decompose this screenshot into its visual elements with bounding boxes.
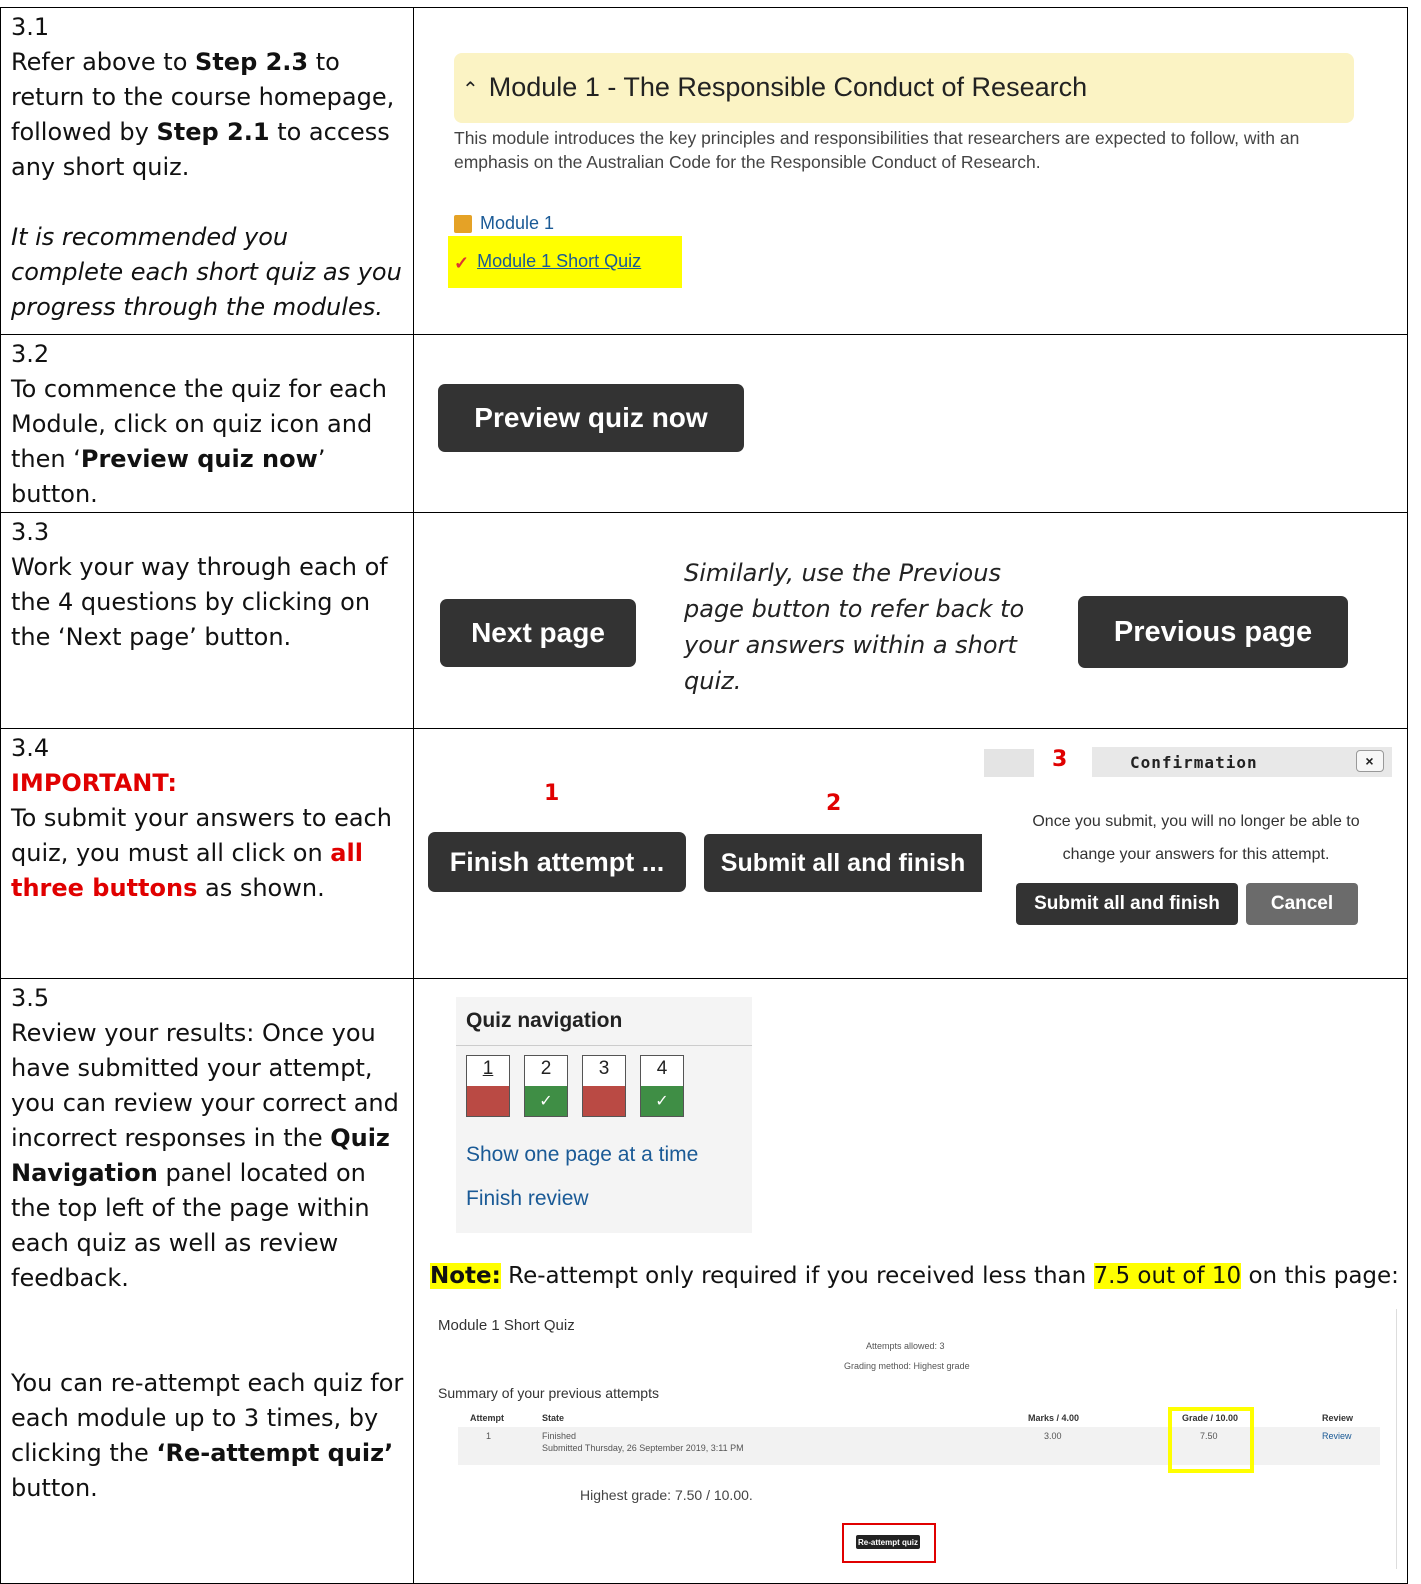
question-3-button[interactable]: 3: [582, 1055, 626, 1117]
check-icon: ✓: [525, 1086, 567, 1116]
row-3-5-screenshot: Quiz navigation 1 2 ✓ 3 4 ✓ Show one pag…: [413, 978, 1408, 1584]
reattempt-note: Note: Re-attempt only required if you re…: [430, 1263, 1399, 1289]
grading-method: Grading method: Highest grade: [844, 1361, 970, 1371]
step-marker-1: 1: [544, 781, 560, 806]
grade-highlight-box: [1168, 1407, 1254, 1473]
confirmation-message-line2: change your answers for this attempt.: [1062, 846, 1330, 863]
dialog-titlebar-left: [984, 749, 1034, 777]
preview-quiz-button[interactable]: Preview quiz now: [438, 384, 744, 452]
row-3-2: 3.2 To commence the quiz for each Module…: [0, 334, 1408, 513]
incorrect-flag: [583, 1086, 625, 1116]
check-icon: ✓: [641, 1086, 683, 1116]
question-2-button[interactable]: 2 ✓: [524, 1055, 568, 1117]
show-one-page-link[interactable]: Show one page at a time: [466, 1143, 698, 1167]
previous-page-note: Similarly, use the Previous page button …: [684, 559, 1025, 695]
next-page-button[interactable]: Next page: [440, 599, 636, 667]
incorrect-flag: [467, 1086, 509, 1116]
module-1-link[interactable]: Module 1: [454, 213, 554, 234]
module-description: This module introduces the key principle…: [454, 128, 1300, 172]
book-icon: [454, 215, 472, 234]
instruction-table: 3.1 Refer above to Step 2.3 to return to…: [0, 7, 1408, 1584]
confirmation-dialog: Confirmation ×: [984, 747, 1394, 777]
header-review: Review: [1322, 1413, 1354, 1423]
divider: [1396, 1309, 1397, 1569]
header-attempt: Attempt: [470, 1413, 504, 1423]
highest-grade: Highest grade: 7.50 / 10.00.: [580, 1487, 753, 1503]
divider: [456, 1045, 752, 1046]
attempt-number: 1: [486, 1431, 492, 1441]
submit-all-finish-button[interactable]: Submit all and finish: [704, 834, 982, 892]
quiz-navigation-title: Quiz navigation: [466, 1009, 623, 1032]
row-3-4: 3.4 IMPORTANT: To submit your answers to…: [0, 728, 1408, 979]
finish-attempt-button[interactable]: Finish attempt ...: [428, 832, 686, 892]
row-3-2-screenshot: Preview quiz now: [413, 334, 1408, 513]
important-label: IMPORTANT:: [11, 769, 178, 797]
question-4-button[interactable]: 4 ✓: [640, 1055, 684, 1117]
cancel-button[interactable]: Cancel: [1246, 883, 1358, 925]
step-number: 3.4: [11, 734, 50, 762]
header-marks: Marks / 4.00: [1028, 1413, 1080, 1423]
reattempt-quiz-button[interactable]: Re-attempt quiz: [856, 1535, 920, 1549]
review-link[interactable]: Review: [1322, 1431, 1352, 1441]
attempt-submitted: Submitted Thursday, 26 September 2019, 3…: [542, 1443, 744, 1453]
row-3-5: 3.5 Review your results: Once you have s…: [0, 978, 1408, 1584]
quiz-check-icon: ✓: [454, 253, 470, 274]
row-3-1: 3.1 Refer above to Step 2.3 to return to…: [0, 7, 1408, 335]
previous-page-button[interactable]: Previous page: [1078, 596, 1348, 668]
row-3-3-screenshot: Next page Similarly, use the Previous pa…: [413, 512, 1408, 729]
step-text: Work your way through each of the 4 ques…: [11, 553, 388, 651]
step-number: 3.3: [11, 518, 50, 546]
confirmation-title: Confirmation ×: [1092, 747, 1392, 777]
attempts-allowed: Attempts allowed: 3: [866, 1341, 945, 1351]
question-1-button[interactable]: 1: [466, 1055, 510, 1117]
step-text: To submit your answers to each quiz, you…: [11, 804, 392, 902]
instruction-page: 3.1 Refer above to Step 2.3 to return to…: [0, 0, 1421, 1584]
row-3-4-screenshot: 1 2 3 Finish attempt ... Submit all and …: [413, 728, 1408, 979]
quiz-navigation-panel: Quiz navigation 1 2 ✓ 3 4 ✓ Show one pag…: [456, 997, 752, 1233]
row-3-1-instructions: 3.1 Refer above to Step 2.3 to return to…: [0, 7, 414, 335]
close-icon[interactable]: ×: [1356, 750, 1384, 772]
finish-review-link[interactable]: Finish review: [466, 1187, 589, 1211]
row-3-2-instructions: 3.2 To commence the quiz for each Module…: [0, 334, 414, 513]
module-1-quiz-link[interactable]: ✓ Module 1 Short Quiz: [454, 251, 641, 274]
confirmation-message-line1: Once you submit, you will no longer be a…: [1032, 813, 1360, 830]
chevron-up-icon: ⌃: [462, 79, 479, 101]
step-number: 3.2: [11, 340, 50, 368]
attempt-state: Finished: [542, 1431, 577, 1441]
row-3-3-instructions: 3.3 Work your way through each of the 4 …: [0, 512, 414, 729]
row-3-1-screenshot: ⌃ Module 1 - The Responsible Conduct of R…: [413, 7, 1408, 335]
quiz-summary-screenshot: Module 1 Short Quiz Attempts allowed: 3 …: [430, 1309, 1406, 1569]
row-3-4-instructions: 3.4 IMPORTANT: To submit your answers to…: [0, 728, 414, 979]
attempt-marks: 3.00: [1044, 1431, 1062, 1441]
row-3-3: 3.3 Work your way through each of the 4 …: [0, 512, 1408, 729]
module-title[interactable]: ⌃ Module 1 - The Responsible Conduct of R…: [462, 72, 1087, 103]
summary-subtitle: Summary of your previous attempts: [438, 1385, 659, 1401]
step-number: 3.5: [11, 984, 50, 1012]
step-number: 3.1: [11, 13, 50, 41]
confirm-submit-button[interactable]: Submit all and finish: [1016, 883, 1238, 925]
summary-quiz-title: Module 1 Short Quiz: [438, 1317, 575, 1334]
reattempt-text: You can re-attempt each quiz for each mo…: [11, 1369, 404, 1502]
step-text: To commence the quiz for each Module, cl…: [11, 375, 387, 508]
step-text: Review your results: Once you have submi…: [11, 1019, 399, 1292]
step-tip: It is recommended you complete each shor…: [11, 223, 402, 321]
step-text: Refer above to Step 2.3 to return to the…: [11, 48, 395, 181]
row-3-5-instructions: 3.5 Review your results: Once you have s…: [0, 978, 414, 1584]
header-state: State: [542, 1413, 565, 1423]
step-marker-2: 2: [826, 791, 842, 816]
